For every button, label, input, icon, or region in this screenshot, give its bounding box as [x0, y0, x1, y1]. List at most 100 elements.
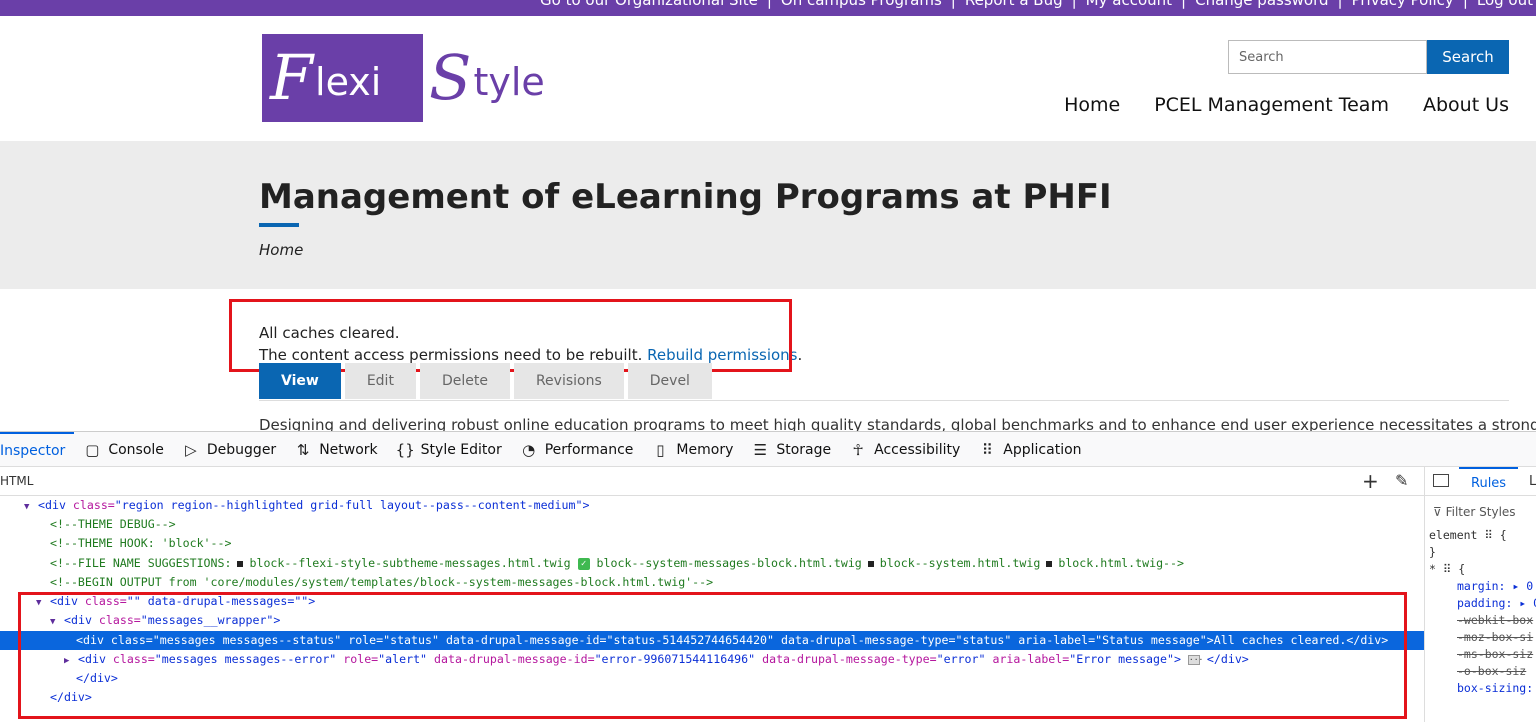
title-underline	[259, 223, 299, 227]
tab-view[interactable]: View	[259, 363, 341, 399]
link-log-out[interactable]: Log out	[1477, 0, 1533, 9]
tab-storage[interactable]: ☰ Storage	[742, 432, 840, 467]
tab-application[interactable]: ⠿ Application	[969, 432, 1090, 467]
comment-text: <!--FILE NAME SUGGESTIONS:	[50, 556, 232, 570]
toggle-sidebar-icon[interactable]	[1433, 474, 1449, 487]
comment-text: block.html.twig-->	[1058, 556, 1184, 570]
rule-close: }	[1429, 545, 1436, 559]
comment-text: block--system.html.twig	[879, 556, 1041, 570]
separator: |	[950, 0, 956, 9]
html-label: HTML	[0, 474, 34, 488]
tab-revisions[interactable]: Revisions	[513, 363, 624, 399]
nav-about-us[interactable]: About Us	[1423, 94, 1509, 116]
style-editor-icon: {}	[395, 440, 415, 459]
rule-property-overridden[interactable]: -o-box-siz	[1429, 663, 1536, 680]
rule-property[interactable]: box-sizing:	[1429, 680, 1536, 697]
search-button[interactable]: Search	[1427, 40, 1509, 74]
add-node-icon[interactable]: +	[1362, 469, 1379, 493]
comment-text: block--flexi-style-subtheme-messages.htm…	[249, 556, 571, 570]
storage-icon: ☰	[753, 440, 768, 459]
tab-accessibility-label: Accessibility	[874, 441, 961, 458]
logo-letter-f: F	[270, 41, 314, 114]
memory-icon: ▯	[656, 440, 665, 459]
rule-property[interactable]: margin: ▸ 0	[1429, 578, 1536, 595]
tab-accessibility[interactable]: ☥ Accessibility	[840, 432, 969, 467]
markup-attr: class=	[65, 498, 115, 512]
tab-console-label: Console	[108, 441, 164, 458]
comment-text: block--system-messages-block.html.twig	[596, 556, 862, 570]
tab-debugger-label: Debugger	[206, 441, 277, 458]
logo-letter-s: S	[429, 41, 472, 114]
filter-placeholder: Filter Styles	[1445, 505, 1516, 519]
rule-property-overridden[interactable]: -webkit-box	[1429, 612, 1536, 629]
tab-devel[interactable]: Devel	[627, 363, 712, 399]
markup-comment[interactable]: <!--BEGIN OUTPUT from 'core/modules/syst…	[0, 573, 1424, 592]
rule-property-overridden[interactable]: -ms-box-siz	[1429, 646, 1536, 663]
link-report-bug[interactable]: Report a Bug	[965, 0, 1063, 9]
separator: |	[1181, 0, 1187, 9]
tab-performance[interactable]: ◔ Performance	[511, 432, 643, 467]
nav-pcel-management-team[interactable]: PCEL Management Team	[1154, 94, 1389, 116]
accessibility-icon: ☥	[852, 440, 864, 459]
markup-tag: >	[582, 498, 590, 512]
page-title: Management of eLearning Programs at PHFI	[259, 177, 1112, 217]
tab-console[interactable]: ▢ Console	[74, 432, 173, 467]
link-on-campus-programs[interactable]: On campus Programs	[781, 0, 942, 9]
tab-rules[interactable]: Rules	[1459, 467, 1519, 496]
tab-inspector[interactable]: Inspector	[0, 432, 75, 467]
link-organizational-site[interactable]: Go to our Organizational Site	[540, 0, 758, 9]
link-privacy-policy[interactable]: Privacy Policy	[1352, 0, 1454, 9]
rule-property[interactable]: padding: ▸ 0	[1429, 595, 1536, 612]
filter-styles-input[interactable]: ⊽ Filter Styles	[1433, 505, 1516, 519]
site-header: Flexi Style Search Home PCEL Management …	[0, 16, 1536, 141]
rule-selector[interactable]: element ⠿ {	[1429, 527, 1536, 544]
logo-text-lexi: lexi	[315, 60, 382, 104]
markup-comment[interactable]: <!--FILE NAME SUGGESTIONS: block--flexi-s…	[0, 554, 1424, 573]
logo-style: Style	[429, 34, 545, 122]
sidebar-tabs: Rules L	[1425, 467, 1536, 496]
rule-property-overridden[interactable]: -moz-box-si	[1429, 629, 1536, 646]
markup-tag: <div	[38, 498, 66, 512]
tab-style-editor[interactable]: {} Style Editor	[387, 432, 511, 467]
rule-selector[interactable]: * ⠿ {	[1429, 561, 1536, 578]
utility-links: Go to our Organizational Site | On campus…	[540, 0, 1533, 9]
markup-comment[interactable]: <!--THEME DEBUG-->	[0, 515, 1424, 534]
tab-style-editor-label: Style Editor	[420, 441, 502, 458]
markup-comment[interactable]: <!--THEME HOOK: 'block'-->	[0, 534, 1424, 553]
tab-network-label: Network	[319, 441, 378, 458]
nav-home[interactable]: Home	[1064, 94, 1120, 116]
page-banner: Management of eLearning Programs at PHFI…	[0, 141, 1536, 289]
tab-layout[interactable]: L	[1529, 474, 1536, 489]
eyedropper-icon[interactable]: ✎	[1395, 471, 1408, 490]
tab-network[interactable]: ⇅ Network	[285, 432, 386, 467]
logo-text-tyle: tyle	[473, 60, 545, 104]
link-my-account[interactable]: My account	[1086, 0, 1172, 9]
link-change-password[interactable]: Change password	[1195, 0, 1328, 9]
tab-edit[interactable]: Edit	[344, 363, 416, 399]
top-utility-bar: Go to our Organizational Site | On campus…	[0, 0, 1536, 16]
separator: |	[1337, 0, 1343, 9]
separator: |	[1071, 0, 1077, 9]
tab-memory-label: Memory	[676, 441, 734, 458]
content-divider	[259, 400, 1509, 401]
local-tasks-tabs: View Edit Delete Revisions Devel	[259, 363, 712, 399]
site-logo[interactable]: Flexi Style	[262, 34, 545, 122]
performance-icon: ◔	[522, 440, 536, 459]
bullet-icon	[237, 560, 244, 567]
html-panel-header: HTML + ✎	[0, 467, 1424, 496]
main-navigation: Home PCEL Management Team About Us	[1064, 94, 1509, 116]
rules-sidebar: Rules L ⊽ Filter Styles element ⠿ { } * …	[1424, 467, 1536, 722]
markup-line[interactable]: ▼ <div class="region region--highlighted …	[0, 496, 1424, 515]
tab-inspector-label: Inspector	[0, 442, 66, 459]
separator: |	[1462, 0, 1468, 9]
markup-value: "region region--highlighted grid-full la…	[114, 498, 583, 512]
error-message-suffix: .	[797, 346, 803, 364]
bullet-icon	[1046, 560, 1053, 567]
tab-memory[interactable]: ▯ Memory	[642, 432, 742, 467]
devtools-toolbar: Inspector ▢ Console ▷ Debugger ⇅ Network…	[0, 432, 1536, 467]
tab-delete[interactable]: Delete	[419, 363, 510, 399]
tab-application-label: Application	[1003, 441, 1082, 458]
tab-debugger[interactable]: ▷ Debugger	[173, 432, 285, 467]
search-input[interactable]	[1228, 40, 1427, 74]
breadcrumb[interactable]: Home	[259, 241, 303, 259]
